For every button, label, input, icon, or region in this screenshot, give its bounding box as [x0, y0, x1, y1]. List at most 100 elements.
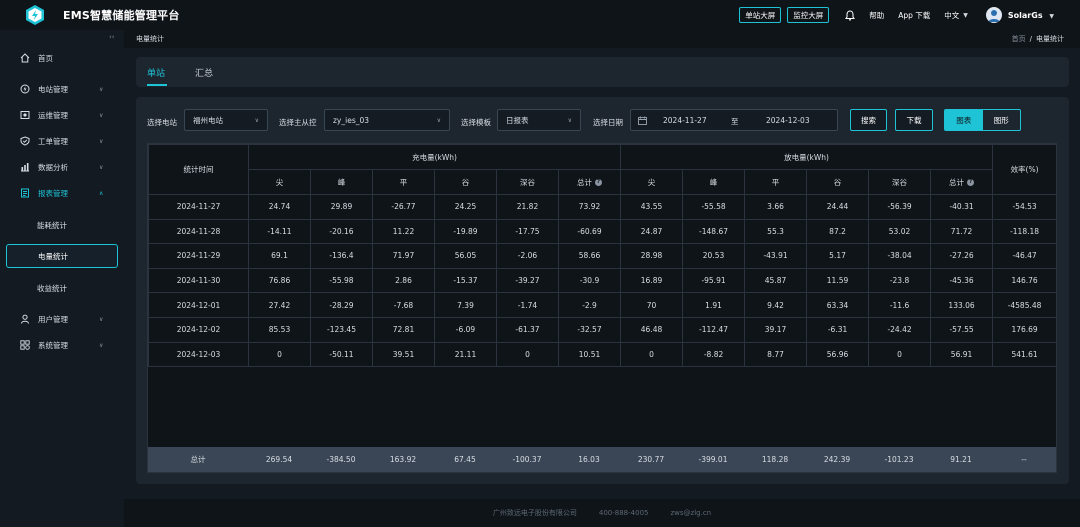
- main-panel: 选择电站 福州电站 ∨ 选择主从控 zy_ies_03 ∨ 选择模板 日报表 ∨…: [136, 97, 1069, 484]
- download-button[interactable]: 下载: [895, 109, 933, 131]
- master-select[interactable]: zy_ies_03 ∨: [324, 109, 450, 131]
- sidebar-item-label: 用户管理: [38, 314, 68, 324]
- help-link[interactable]: 帮助: [869, 10, 884, 21]
- collapse-sidebar-icon[interactable]: ‹‹: [109, 33, 115, 41]
- table-row: 2024-11-27 24.74 29.89 -26.77 24.25 21.82 73.9…: [148, 194, 1058, 220]
- sidebar-item-users[interactable]: 用户管理 ∨: [0, 310, 124, 328]
- total-cell: -399.01: [698, 455, 728, 464]
- table-cell: 2.86: [372, 267, 435, 294]
- template-select-value: 日报表: [506, 115, 529, 125]
- page-title: 电量统计: [136, 35, 164, 43]
- chevron-down-icon: ∨: [99, 163, 104, 171]
- home-icon: [18, 53, 32, 63]
- statistics-table: 统计时间 充电量(kWh) 放电量(kWh) 效率(%) 尖峰平谷深谷 总计? 尖峰…: [147, 143, 1058, 473]
- date-label: 选择日期: [593, 118, 623, 127]
- single-station-screen-button[interactable]: 单站大屏: [739, 7, 782, 23]
- avatar[interactable]: [985, 7, 1002, 23]
- breadcrumb-separator: /: [1029, 35, 1032, 43]
- date-range-picker[interactable]: 2024-11-27 至 2024-12-03: [630, 109, 838, 131]
- table-cell: -26.77: [372, 194, 435, 220]
- table-cell: 9.42: [744, 292, 808, 318]
- chart-view-button[interactable]: 图形: [983, 110, 1021, 130]
- date-end[interactable]: 2024-12-03: [766, 116, 810, 125]
- table-cell: 39.51: [372, 341, 435, 368]
- chevron-down-icon: ∨: [567, 116, 572, 124]
- table-cell: 133.06: [930, 292, 994, 318]
- monitor-screen-button[interactable]: 监控大屏: [787, 7, 830, 23]
- table-cell: 146.76: [992, 267, 1058, 294]
- help-icon[interactable]: ?: [967, 179, 975, 186]
- table-cell: 53.02: [868, 218, 932, 245]
- table-cell: -23.8: [868, 267, 932, 294]
- app-download-link[interactable]: App 下载: [898, 10, 930, 21]
- table-cell: -19.89: [434, 218, 497, 245]
- table-cell: 85.53: [248, 316, 311, 343]
- breadcrumb-current: 电量统计: [1036, 35, 1064, 43]
- total-cell: --: [1021, 455, 1027, 464]
- table-cell: 0: [496, 341, 559, 368]
- sidebar-subitem-energy[interactable]: 能耗统计: [6, 213, 118, 237]
- date-start[interactable]: 2024-11-27: [663, 116, 707, 125]
- subheader-charge-1: 峰: [310, 169, 373, 195]
- table-cell: 43.55: [620, 194, 684, 220]
- tab-single-station[interactable]: 单站: [147, 66, 165, 79]
- sidebar-item-analysis[interactable]: 数据分析 ∨: [0, 158, 124, 176]
- table-cell: -123.45: [310, 316, 373, 343]
- total-cell: 163.92: [389, 455, 417, 464]
- table-cell: -55.58: [682, 194, 746, 220]
- footer-phone: 400-888-4005: [598, 509, 649, 517]
- sidebar-subitem-electricity[interactable]: 电量统计: [6, 244, 118, 268]
- tab-summary[interactable]: 汇总: [195, 66, 213, 79]
- table-cell: 29.89: [310, 194, 373, 220]
- app-title: EMS智慧储能管理平台: [63, 9, 180, 22]
- table-cell: -2.9: [557, 292, 622, 318]
- chevron-down-icon: ∨: [436, 116, 441, 124]
- table-view-button[interactable]: 图表: [945, 110, 983, 130]
- table-cell: -27.26: [930, 243, 994, 269]
- sidebar-item-system[interactable]: 系统管理 ∨: [0, 336, 124, 354]
- sidebar-item-label: 电站管理: [38, 84, 68, 94]
- help-icon[interactable]: ?: [595, 179, 603, 186]
- table-cell: -1.74: [496, 292, 559, 318]
- breadcrumb-home-link[interactable]: 首页: [1012, 35, 1026, 43]
- table-cell: 8.77: [744, 341, 808, 368]
- table-cell: 45.87: [744, 267, 808, 294]
- language-select[interactable]: 中文 ▼: [944, 10, 968, 21]
- table-cell: -55.98: [310, 267, 373, 294]
- table-cell: 27.42: [248, 292, 311, 318]
- sidebar-item-maintenance[interactable]: 运维管理 ∨: [0, 106, 124, 124]
- table-cell: -2.06: [496, 243, 559, 269]
- search-button[interactable]: 搜索: [850, 109, 887, 131]
- sidebar-item-home[interactable]: 首页: [0, 49, 124, 67]
- table-cell: 63.34: [806, 292, 870, 318]
- table-cell-date: 2024-11-30: [148, 267, 249, 294]
- power-station-icon: [18, 84, 32, 94]
- user-menu[interactable]: SolarGs ▼: [1008, 11, 1054, 20]
- table-cell: 24.44: [806, 194, 870, 220]
- template-select[interactable]: 日报表 ∨: [497, 109, 581, 131]
- table-cell: 73.92: [557, 194, 622, 220]
- table-cell: 56.96: [806, 341, 870, 368]
- sidebar-item-label: 报表管理: [38, 188, 68, 198]
- station-select[interactable]: 福州电站 ∨: [184, 109, 268, 131]
- table-cell: -28.29: [310, 292, 373, 318]
- table-cell: 56.05: [434, 243, 497, 269]
- sidebar-item-report[interactable]: 报表管理 ∧: [0, 184, 124, 202]
- table-cell: 28.98: [620, 243, 684, 269]
- sidebar-subitem-revenue[interactable]: 收益统计: [6, 276, 118, 300]
- chevron-down-icon: ∨: [99, 85, 104, 93]
- table-cell: 55.3: [744, 218, 808, 245]
- subheader-charge-4: 深谷: [496, 169, 559, 195]
- table-cell: -54.53: [992, 194, 1058, 220]
- table-cell: -32.57: [557, 316, 622, 343]
- subheader-discharge-1: 峰: [682, 169, 746, 195]
- table-cell: 56.91: [930, 341, 994, 368]
- station-label: 选择电站: [147, 118, 177, 127]
- table-cell-date: 2024-11-28: [148, 218, 249, 245]
- sidebar-item-station[interactable]: 电站管理 ∨: [0, 80, 124, 98]
- subheader-total-label: 总计: [577, 177, 593, 187]
- header-efficiency: 效率(%): [992, 144, 1058, 195]
- table-cell: 69.1: [248, 243, 311, 269]
- sidebar-item-work-order[interactable]: 工单管理 ∨: [0, 132, 124, 150]
- bell-icon[interactable]: [845, 9, 856, 21]
